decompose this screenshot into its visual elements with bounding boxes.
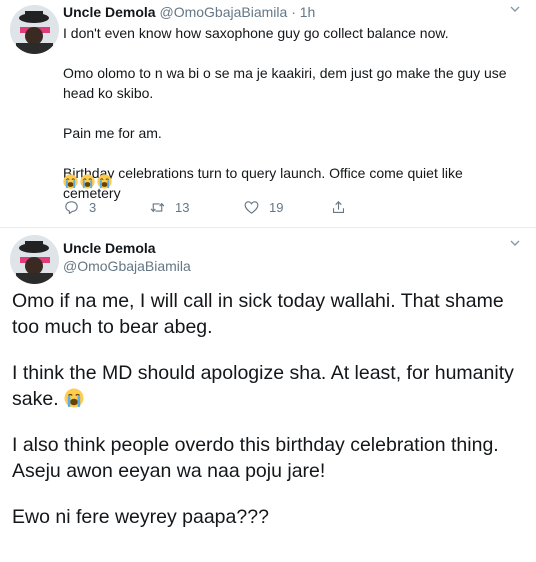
tweet-paragraph: I also think people overdo this birthday… xyxy=(12,434,499,482)
loudly-crying-face-icon xyxy=(63,174,78,189)
author-handle[interactable]: @OmoGbajaBiamila xyxy=(159,4,287,20)
share-icon xyxy=(332,201,345,214)
tweet-text: I don't even know how saxophone guy go c… xyxy=(63,23,518,223)
like-button[interactable]: 19 xyxy=(243,199,283,216)
loudly-crying-face-icon xyxy=(64,388,84,408)
tweet-header: Uncle Demola @OmoGbajaBiamila · 1h xyxy=(63,4,315,20)
retweet-button[interactable]: 13 xyxy=(149,199,189,216)
tweet-2[interactable]: Uncle Demola @OmoGbajaBiamila Omo if na … xyxy=(0,228,536,562)
loudly-crying-face-icon xyxy=(97,174,112,189)
chevron-down-icon[interactable] xyxy=(509,237,521,252)
tweet-paragraph: Ewo ni fere weyrey paapa??? xyxy=(12,506,269,528)
tweet-paragraph-text: I think the MD should apologize sha. At … xyxy=(12,362,514,410)
tweet-paragraph: Birthday celebrations turn to query laun… xyxy=(63,165,463,201)
avatar[interactable] xyxy=(10,5,59,54)
reply-button[interactable]: 3 xyxy=(63,199,96,216)
avatar-image-icon xyxy=(10,235,59,284)
separator: · xyxy=(291,4,296,20)
tweet-paragraph: I think the MD should apologize sha. At … xyxy=(12,360,517,412)
author-name[interactable]: Uncle Demola xyxy=(63,4,156,20)
avatar[interactable] xyxy=(10,235,59,284)
retweet-count: 13 xyxy=(175,200,190,215)
avatar-image-icon xyxy=(10,5,59,54)
heart-icon xyxy=(244,201,259,214)
reply-icon xyxy=(65,201,78,215)
tweet-text: Omo if na me, I will call in sick today … xyxy=(12,288,517,550)
author-handle[interactable]: @OmoGbajaBiamila xyxy=(63,258,191,274)
loudly-crying-face-icon xyxy=(80,174,95,189)
retweet-icon xyxy=(150,202,165,213)
tweet-paragraph: Pain me for am. xyxy=(63,125,162,141)
tweet-1[interactable]: Uncle Demola @OmoGbajaBiamila · 1h I don… xyxy=(0,0,536,228)
timestamp[interactable]: 1h xyxy=(300,4,316,20)
tweet-actions: 3 13 19 xyxy=(63,199,363,219)
tweet-paragraph: Omo if na me, I will call in sick today … xyxy=(12,290,504,338)
tweet-paragraph: Omo olomo to n wa bi o se ma je kaakiri,… xyxy=(63,65,507,101)
like-count: 19 xyxy=(269,200,284,215)
chevron-down-icon[interactable] xyxy=(509,3,521,18)
share-button[interactable] xyxy=(330,199,347,216)
reply-count: 3 xyxy=(89,200,97,215)
emoji-row xyxy=(63,174,112,189)
tweet-paragraph: I don't even know how saxophone guy go c… xyxy=(63,25,449,41)
author-name[interactable]: Uncle Demola xyxy=(63,240,156,256)
